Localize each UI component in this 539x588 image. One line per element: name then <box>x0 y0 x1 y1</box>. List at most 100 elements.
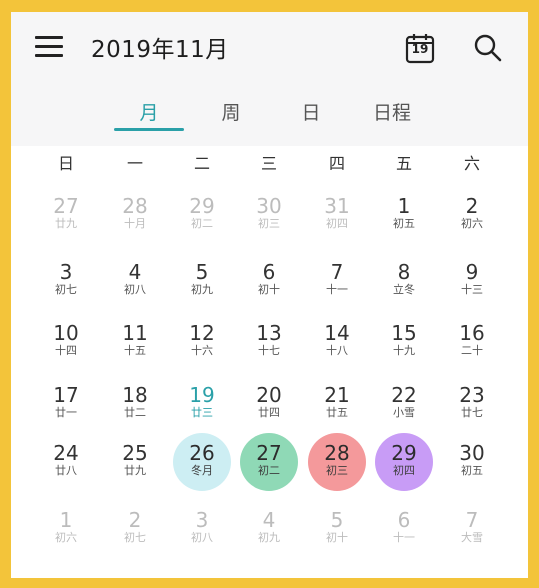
day-number: 30 <box>256 194 282 218</box>
day-number: 6 <box>397 508 411 532</box>
day-number: 19 <box>189 383 215 407</box>
day-cell[interactable]: 9 十三 <box>443 255 501 313</box>
lunar-date: 初三 <box>326 464 348 477</box>
month-title[interactable]: 2019年11月 <box>91 30 229 64</box>
calendar-app: 2019年11月 19 月 周 日 日程 日一二三四五六 27 廿九 28 十月 29 初… <box>11 12 528 578</box>
weekday-label: 三 <box>260 154 277 173</box>
day-cell[interactable]: 15 十九 <box>375 316 433 374</box>
day-cell[interactable]: 11 十五 <box>106 316 164 374</box>
day-cell[interactable]: 14 十八 <box>308 316 366 374</box>
day-number: 7 <box>465 508 479 532</box>
day-cell[interactable]: 13 十七 <box>240 316 298 374</box>
day-number: 21 <box>324 383 350 407</box>
day-cell[interactable]: 31 初四 <box>308 189 366 247</box>
day-cell[interactable]: 26 冬月 <box>173 433 231 491</box>
search-button[interactable] <box>473 33 503 63</box>
day-cell[interactable]: 4 初九 <box>240 503 298 561</box>
lunar-date: 廿一 <box>55 406 77 419</box>
day-number: 15 <box>391 321 417 345</box>
day-cell[interactable]: 28 初三 <box>308 433 366 491</box>
tab-week[interactable]: 周 <box>201 98 261 128</box>
lunar-date: 初二 <box>258 464 280 477</box>
day-number: 24 <box>53 441 79 465</box>
menu-button[interactable] <box>35 36 65 58</box>
lunar-date: 十九 <box>393 344 415 357</box>
lunar-date: 初五 <box>461 464 483 477</box>
day-number: 20 <box>256 383 282 407</box>
lunar-date: 十八 <box>326 344 348 357</box>
menu-line <box>35 54 63 57</box>
day-number: 10 <box>53 321 79 345</box>
day-cell[interactable]: 23 廿七 <box>443 378 501 436</box>
active-tab-indicator <box>114 128 184 131</box>
day-cell[interactable]: 30 初三 <box>240 189 298 247</box>
day-number: 22 <box>391 383 417 407</box>
day-cell[interactable]: 12 十六 <box>173 316 231 374</box>
lunar-date: 初七 <box>124 531 146 544</box>
day-cell[interactable]: 5 初九 <box>173 255 231 313</box>
day-cell[interactable]: 1 初五 <box>375 189 433 247</box>
tab-day[interactable]: 日 <box>281 98 341 128</box>
day-cell[interactable]: 7 大雪 <box>443 503 501 561</box>
lunar-date: 二十 <box>461 344 483 357</box>
lunar-date: 初七 <box>55 283 77 296</box>
lunar-date: 初五 <box>393 217 415 230</box>
day-number: 8 <box>397 260 411 284</box>
day-cell[interactable]: 2 初六 <box>443 189 501 247</box>
lunar-date: 廿五 <box>326 406 348 419</box>
day-cell[interactable]: 30 初五 <box>443 436 501 494</box>
day-number: 4 <box>262 508 276 532</box>
day-cell[interactable]: 28 十月 <box>106 189 164 247</box>
day-number: 3 <box>59 260 73 284</box>
day-cell[interactable]: 22 小雪 <box>375 378 433 436</box>
lunar-date: 廿四 <box>258 406 280 419</box>
tab-month[interactable]: 月 <box>119 98 179 128</box>
day-cell[interactable]: 27 廿九 <box>37 189 95 247</box>
day-cell[interactable]: 18 廿二 <box>106 378 164 436</box>
day-number: 7 <box>330 260 344 284</box>
day-cell[interactable]: 5 初十 <box>308 503 366 561</box>
day-number: 11 <box>122 321 148 345</box>
day-cell[interactable]: 3 初七 <box>37 255 95 313</box>
day-cell[interactable]: 8 立冬 <box>375 255 433 313</box>
day-cell[interactable]: 20 廿四 <box>240 378 298 436</box>
day-cell[interactable]: 24 廿八 <box>37 436 95 494</box>
day-cell[interactable]: 10 十四 <box>37 316 95 374</box>
day-cell[interactable]: 1 初六 <box>37 503 95 561</box>
lunar-date: 初八 <box>124 283 146 296</box>
day-cell[interactable]: 25 廿九 <box>106 436 164 494</box>
day-cell[interactable]: 6 十一 <box>375 503 433 561</box>
day-number: 9 <box>465 260 479 284</box>
tab-schedule[interactable]: 日程 <box>357 98 427 128</box>
day-number: 27 <box>256 441 282 465</box>
day-cell[interactable]: 21 廿五 <box>308 378 366 436</box>
weekday-label: 五 <box>395 154 412 173</box>
day-number: 31 <box>324 194 350 218</box>
menu-line <box>35 45 63 48</box>
lunar-date: 小雪 <box>393 406 415 419</box>
day-number: 17 <box>53 383 79 407</box>
lunar-date: 十一 <box>393 531 415 544</box>
day-cell[interactable]: 17 廿一 <box>37 378 95 436</box>
day-cell[interactable]: 6 初十 <box>240 255 298 313</box>
top-bar: 2019年11月 19 月 周 日 日程 <box>11 12 528 146</box>
day-cell[interactable]: 4 初八 <box>106 255 164 313</box>
day-number: 16 <box>459 321 485 345</box>
day-number: 28 <box>122 194 148 218</box>
weekday-label: 四 <box>328 154 345 173</box>
lunar-date: 十四 <box>55 344 77 357</box>
lunar-date: 初四 <box>326 217 348 230</box>
lunar-date: 廿二 <box>124 406 146 419</box>
day-cell[interactable]: 3 初八 <box>173 503 231 561</box>
today-calendar-button[interactable]: 19 <box>405 32 435 64</box>
lunar-date: 廿九 <box>55 217 77 230</box>
day-number: 2 <box>465 194 479 218</box>
day-cell[interactable]: 27 初二 <box>240 433 298 491</box>
day-cell[interactable]: 2 初七 <box>106 503 164 561</box>
day-cell[interactable]: 7 十一 <box>308 255 366 313</box>
day-cell[interactable]: 16 二十 <box>443 316 501 374</box>
day-number: 29 <box>391 441 417 465</box>
day-cell[interactable]: 29 初二 <box>173 189 231 247</box>
day-cell[interactable]: 19 廿三 <box>173 378 231 436</box>
day-cell[interactable]: 29 初四 <box>375 433 433 491</box>
